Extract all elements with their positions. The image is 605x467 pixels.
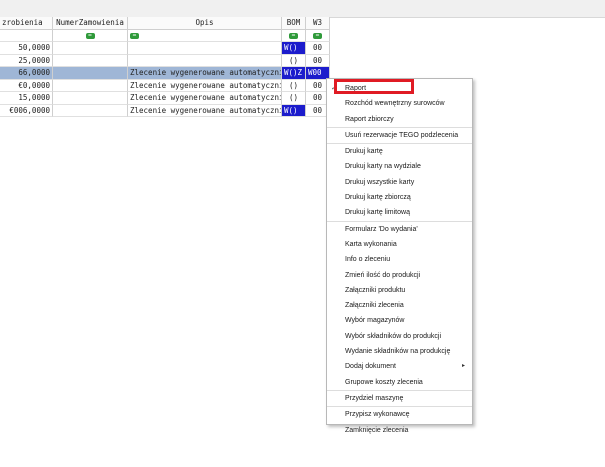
menu-item-label: Zamknięcie zlecenia [345,426,409,434]
menu-item-formularz-do-wydania[interactable]: Formularz 'Do wydania' [327,222,472,237]
filter-icon[interactable]: = [130,32,139,39]
menu-item-label: Grupowe koszty zlecenia [345,378,423,386]
menu-item-label: Przypisz wykonawcę [345,411,410,419]
cell-numer[interactable] [53,67,128,80]
menu-item-label: Wybór składników do produkcji [345,332,442,340]
menu-item-label: Rozchód wewnętrzny surowców [345,100,445,108]
menu-item-label: Wybór magazynów [345,317,405,325]
cell-bom[interactable]: W() [282,42,306,55]
cell-bom[interactable]: () [282,54,306,67]
cell-opis[interactable]: Zlecenie wygenerowane automatycznie [128,104,282,117]
menu-item-label: Karta wykonania [345,240,397,248]
col-header-w3[interactable]: W3 [306,17,330,30]
cell-bom[interactable]: W() [282,104,306,117]
cell-numer[interactable] [53,54,128,67]
cell-bom[interactable]: W()Z [282,67,306,80]
cell-ilosc[interactable]: 15,0000 [0,92,53,105]
col-header-numer-zamowienia[interactable]: NumerZamowienia [53,17,128,30]
table-row[interactable]: €006,0000 Zlecenie wygenerowane automaty… [0,104,330,117]
cell-opis[interactable]: Zlecenie wygenerowane automatycznie [128,67,282,80]
cell-bom[interactable]: () [282,79,306,92]
cell-opis[interactable] [128,42,282,55]
menu-item-label: Formularz 'Do wydania' [345,225,418,233]
chevron-right-icon: ▸ [461,363,465,370]
menu-item-wydanie-skladnikow[interactable]: Wydanie składników na produkcję [327,344,472,359]
toolbar-strip [0,0,605,18]
menu-item-label: Zmień ilość do produkcji [345,271,421,279]
cell-w3[interactable]: 00 [306,42,330,55]
menu-item-zalaczniki-produktu[interactable]: Załączniki produktu [327,283,472,298]
menu-item-label: Załączniki zlecenia [345,302,404,310]
menu-item-przypisz-wykonawce[interactable]: Przypisz wykonawcę [327,407,472,422]
cell-opis[interactable]: Zlecenie wygenerowane automatycznie [128,92,282,105]
menu-item-label: Dodaj dokument [345,363,396,371]
menu-item-label: Drukuj karty na wydziale [345,163,421,171]
filter-cell-numer[interactable]: = [53,29,128,42]
cell-numer[interactable] [53,42,128,55]
menu-item-zmien-ilosc[interactable]: Zmień ilość do produkcji [327,268,472,283]
table-row[interactable]: 15,0000 Zlecenie wygenerowane automatycz… [0,92,330,105]
menu-item-info-o-zleceniu[interactable]: Info o zleceniu [327,252,472,267]
menu-item-wybor-skladnikow[interactable]: Wybór składników do produkcji [327,329,472,344]
menu-item-drukuj-karty-na-wydziale[interactable]: Drukuj karty na wydziale [327,159,472,174]
menu-item-wybor-magazynow[interactable]: Wybór magazynów [327,313,472,328]
cell-numer[interactable] [53,79,128,92]
table-row[interactable]: €0,0000 Zlecenie wygenerowane automatycz… [0,79,330,92]
menu-item-label: Drukuj kartę zbiorczą [345,194,411,202]
menu-item-drukuj-karte[interactable]: Drukuj kartę [327,144,472,159]
filter-cell-w3[interactable]: = [306,29,330,42]
cell-bom[interactable]: () [282,92,306,105]
menu-item-label: Załączniki produktu [345,286,406,294]
menu-item-label: Info o zleceniu [345,256,391,264]
table-row-selected[interactable]: 66,0000 Zlecenie wygenerowane automatycz… [0,67,330,80]
filter-row: = = = = [0,29,330,42]
col-header-bom[interactable]: BOM [282,17,306,30]
menu-item-dodaj-dokument[interactable]: Dodaj dokument ▸ [327,359,472,374]
highlight-box [334,79,414,94]
filter-cell-bom[interactable]: = [282,29,306,42]
filter-cell-opis[interactable]: = [128,29,282,42]
cell-ilosc[interactable]: 66,0000 [0,67,53,80]
cell-w3[interactable]: 00 [306,54,330,67]
menu-item-drukuj-wszystkie-karty[interactable]: Drukuj wszystkie karty [327,175,472,190]
menu-item-karta-wykonania[interactable]: Karta wykonania [327,237,472,252]
cell-ilosc[interactable]: 50,0000 [0,42,53,55]
col-header-opis[interactable]: Opis [128,17,282,30]
menu-item-usun-rezerwacje[interactable]: Usuń rezerwacje TEGO podzlecenia [327,128,472,145]
cell-ilosc[interactable]: €0,0000 [0,79,53,92]
grid-header: zrobienia NumerZamowienia Opis BOM W3 [0,17,330,30]
menu-item-przydziel-maszyne[interactable]: Przydziel maszynę [327,391,472,408]
table-row[interactable]: 25,0000 () 00 [0,54,330,67]
menu-item-drukuj-karte-zbiorcza[interactable]: Drukuj kartę zbiorczą [327,190,472,205]
menu-item-zamkniecie-zlecenia[interactable]: Zamknięcie zlecenia [327,423,472,438]
cell-numer[interactable] [53,92,128,105]
cell-numer[interactable] [53,104,128,117]
cell-ilosc[interactable]: €006,0000 [0,104,53,117]
filter-icon[interactable]: = [289,32,298,39]
filter-icon[interactable]: = [85,32,95,39]
menu-item-label: Usuń rezerwacje TEGO podzlecenia [345,131,459,139]
filter-cell-zrobienia[interactable] [0,29,53,42]
col-header-zrobienia[interactable]: zrobienia [0,17,53,30]
menu-item-drukuj-karte-limitowa[interactable]: Drukuj kartę limitową [327,205,472,222]
orders-grid: zrobienia NumerZamowienia Opis BOM W3 = … [0,17,330,117]
menu-item-label: Wydanie składników na produkcję [345,348,451,356]
cell-opis[interactable]: Zlecenie wygenerowane automatycznie [128,79,282,92]
menu-item-label: Drukuj wszystkie karty [345,178,415,186]
filter-icon[interactable]: = [313,32,322,39]
context-menu: ✓ Raport Rozchód wewnętrzny surowców Rapo… [326,78,473,434]
menu-item-zalaczniki-zlecenia[interactable]: Załączniki zlecenia [327,298,472,313]
cell-opis[interactable] [128,54,282,67]
menu-item-label: Raport zbiorczy [345,115,394,123]
menu-item-raport-zbiorczy[interactable]: Raport zbiorczy [327,112,472,128]
cell-ilosc[interactable]: 25,0000 [0,54,53,67]
menu-item-label: Drukuj kartę limitową [345,209,410,217]
menu-item-rozchod-wewnetrzny[interactable]: Rozchód wewnętrzny surowców [327,96,472,111]
menu-item-label: Drukuj kartę [345,148,383,156]
menu-item-grupowe-koszty[interactable]: Grupowe koszty zlecenia [327,375,472,391]
table-row[interactable]: 50,0000 W() 00 [0,42,330,55]
menu-item-label: Przydziel maszynę [345,394,404,402]
